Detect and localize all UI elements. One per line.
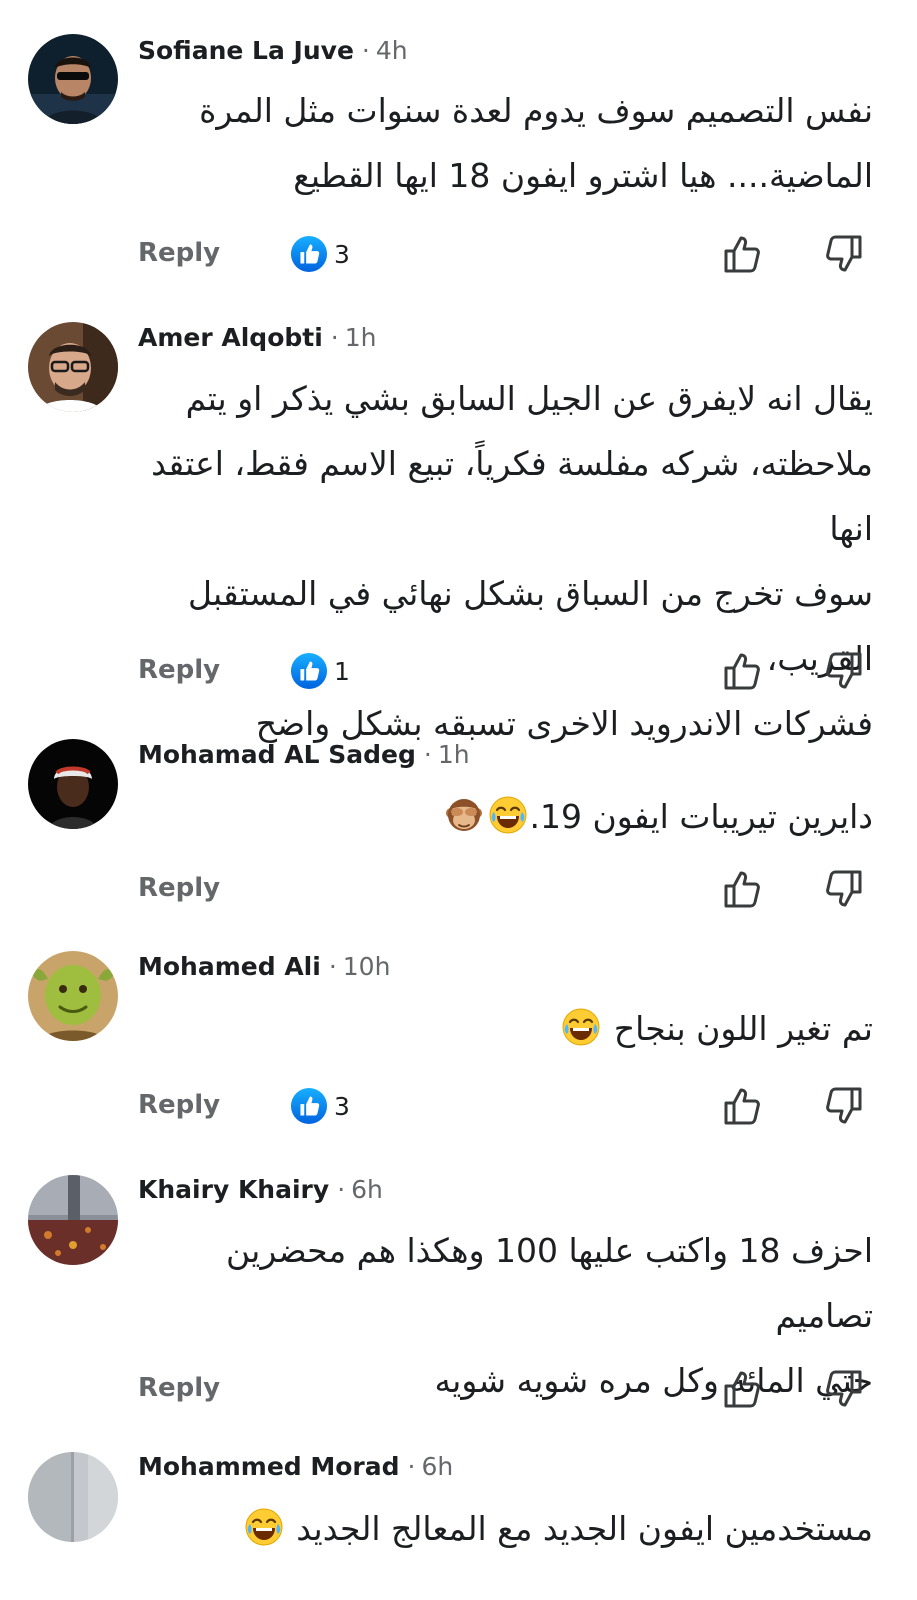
avatar[interactable] [28, 1175, 118, 1265]
thumbs-up-icon[interactable] [718, 647, 766, 695]
comment-text-line: نفس التصميم سوف يدوم لعدة سنوات مثل المر… [199, 91, 873, 130]
comment-text-line: ملاحظته، شركه مفلسة فكرياً، تبيع الاسم ف… [151, 444, 873, 548]
comment-text-span: مستخدمين ايفون الجديد مع المعالج الجديد [296, 1509, 873, 1548]
comment-header: Khairy Khairy · 6h [138, 1175, 383, 1204]
thumbs-down-icon[interactable] [820, 230, 868, 278]
avatar[interactable] [28, 34, 118, 124]
thumbs-up-icon[interactable] [718, 230, 766, 278]
separator-dot: · [328, 952, 337, 981]
face-with-tears-of-joy-icon [488, 795, 528, 835]
timestamp[interactable]: 10h [343, 952, 391, 981]
comment-header: Mohamad AL Sadeg · 1h [138, 740, 470, 769]
author-name[interactable]: Mohamad AL Sadeg [138, 740, 416, 769]
reply-button[interactable]: Reply [138, 655, 220, 685]
reply-button[interactable]: Reply [138, 1090, 220, 1120]
comment-actions: Reply 3 [0, 230, 917, 280]
author-name[interactable]: Sofiane La Juve [138, 36, 354, 65]
timestamp[interactable]: 6h [421, 1452, 453, 1481]
see-no-evil-monkey-icon [444, 795, 484, 835]
avatar[interactable] [28, 739, 118, 829]
reply-button[interactable]: Reply [138, 238, 220, 268]
thumbs-up-icon[interactable] [718, 1365, 766, 1413]
comment-text-span: تم تغير اللون بنجاح [613, 1009, 873, 1048]
separator-dot: · [407, 1452, 416, 1481]
author-name[interactable]: Amer Alqobti [138, 323, 323, 352]
separator-dot: · [330, 323, 339, 352]
comment-text-line: مستخدمين ايفون الجديد مع المعالج الجديد [138, 1496, 873, 1561]
comment-header: Mohamed Ali · 10h [138, 952, 390, 981]
like-badge-icon [290, 1087, 328, 1125]
reaction-summary[interactable]: 3 [290, 235, 350, 275]
thumbs-down-icon[interactable] [820, 647, 868, 695]
thumbs-down-icon[interactable] [820, 1082, 868, 1130]
separator-dot: · [423, 740, 432, 769]
comment-text-span: دايرين تيريبات ايفون 19. [529, 797, 873, 836]
face-with-tears-of-joy-icon [561, 1007, 601, 1047]
separator-dot: · [337, 1175, 346, 1204]
separator-dot: · [361, 36, 370, 65]
thumbs-down-icon[interactable] [820, 865, 868, 913]
comment-header: Amer Alqobti · 1h [138, 323, 377, 352]
reply-button[interactable]: Reply [138, 873, 220, 903]
author-name[interactable]: Mohamed Ali [138, 952, 321, 981]
like-badge-icon [290, 652, 328, 690]
thumbs-up-icon[interactable] [718, 865, 766, 913]
comment-actions: Reply [0, 865, 917, 915]
reaction-count: 3 [334, 239, 350, 269]
comment-text: دايرين تيريبات ايفون 19. [138, 784, 873, 849]
comment-text-line: يقال انه لايفرق عن الجيل السابق بشي يذكر… [185, 379, 873, 418]
reply-button[interactable]: Reply [138, 1373, 220, 1403]
thumbs-down-icon[interactable] [820, 1365, 868, 1413]
avatar[interactable] [28, 1452, 118, 1542]
thumbs-up-icon[interactable] [718, 1082, 766, 1130]
timestamp[interactable]: 1h [438, 740, 470, 769]
timestamp[interactable]: 6h [351, 1175, 383, 1204]
comment-text-line: تم تغير اللون بنجاح [138, 996, 873, 1061]
avatar[interactable] [28, 951, 118, 1041]
comment-actions: Reply 1 [0, 647, 917, 697]
reaction-count: 3 [334, 1091, 350, 1121]
comment-actions: Reply [0, 1365, 917, 1415]
comment-header: Mohammed Morad · 6h [138, 1452, 453, 1481]
timestamp[interactable]: 1h [345, 323, 377, 352]
comment-text: يقال انه لايفرق عن الجيل السابق بشي يذكر… [138, 366, 873, 756]
comment-text: تم تغير اللون بنجاح [138, 996, 873, 1061]
comment-text: نفس التصميم سوف يدوم لعدة سنوات مثل المر… [138, 78, 873, 208]
author-name[interactable]: Khairy Khairy [138, 1175, 329, 1204]
comment-text-line: احزف 18 واكتب عليها 100 وهكذا هم محضرين … [226, 1231, 873, 1335]
reaction-summary[interactable]: 1 [290, 652, 350, 692]
comment-actions: Reply 3 [0, 1082, 917, 1132]
author-name[interactable]: Mohammed Morad [138, 1452, 400, 1481]
avatar[interactable] [28, 322, 118, 412]
comment-text-line: دايرين تيريبات ايفون 19. [138, 784, 873, 849]
comment-text: مستخدمين ايفون الجديد مع المعالج الجديد [138, 1496, 873, 1561]
timestamp[interactable]: 4h [376, 36, 408, 65]
comment-text-line: الماضية.... هيا اشترو ايفون 18 ايها القط… [293, 156, 873, 195]
reaction-summary[interactable]: 3 [290, 1087, 350, 1127]
reaction-count: 1 [334, 656, 350, 686]
like-badge-icon [290, 235, 328, 273]
comment-header: Sofiane La Juve · 4h [138, 36, 408, 65]
face-with-tears-of-joy-icon [244, 1507, 284, 1547]
